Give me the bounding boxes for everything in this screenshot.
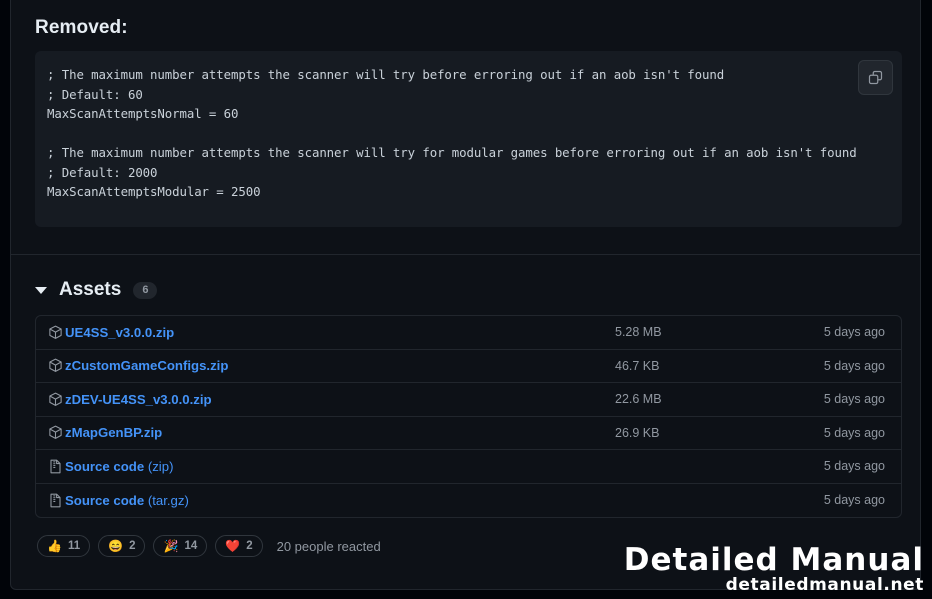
hooray-icon: 🎉 xyxy=(163,539,179,553)
table-row[interactable]: zCustomGameConfigs.zip 46.7 KB 5 days ag… xyxy=(36,350,901,383)
asset-name: UE4SS_v3.0.0.zip xyxy=(65,324,175,340)
table-row[interactable]: Source code (zip) 5 days ago xyxy=(36,450,901,484)
asset-name-suffix: (tar.gz) xyxy=(144,492,189,508)
release-body: Removed: ; The maximum number attempts t… xyxy=(11,0,920,255)
table-row[interactable]: UE4SS_v3.0.0.zip 5.28 MB 5 days ago xyxy=(36,316,901,350)
reactions-bar: 👍 11 😄 2 🎉 14 ❤️ 2 20 people reacted xyxy=(37,535,904,557)
code-block: ; The maximum number attempts the scanne… xyxy=(35,51,902,227)
asset-date: 5 days ago xyxy=(823,392,885,407)
asset-name-cell: Source code (tar.gz) xyxy=(48,493,615,508)
reaction-count: 2 xyxy=(129,540,136,552)
package-icon xyxy=(48,425,63,440)
code-block-content: ; The maximum number attempts the scanne… xyxy=(47,67,857,199)
reaction-thumbs-up[interactable]: 👍 11 xyxy=(37,535,91,557)
asset-link[interactable]: Source code (tar.gz) xyxy=(65,493,189,508)
copy-button[interactable] xyxy=(858,60,893,95)
asset-name: zCustomGameConfigs.zip xyxy=(65,358,229,374)
thumbs-up-icon: 👍 xyxy=(47,539,62,553)
asset-name: zMapGenBP.zip xyxy=(65,425,163,441)
asset-name: zDEV-UE4SS_v3.0.0.zip xyxy=(65,391,212,407)
reaction-laugh[interactable]: 😄 2 xyxy=(98,535,146,557)
package-icon xyxy=(48,358,63,373)
reaction-count: 2 xyxy=(246,540,253,552)
asset-name-cell: UE4SS_v3.0.0.zip xyxy=(48,325,615,340)
page-title: Removed: xyxy=(35,17,128,38)
copy-icon xyxy=(868,70,883,85)
asset-name-cell: zDEV-UE4SS_v3.0.0.zip xyxy=(48,392,615,407)
asset-name-cell: Source code (zip) xyxy=(48,459,615,474)
release-container: Removed: ; The maximum number attempts t… xyxy=(10,0,921,590)
asset-size: 46.7 KB xyxy=(615,358,660,373)
asset-date: 5 days ago xyxy=(823,493,885,508)
asset-name-suffix: (zip) xyxy=(144,458,174,474)
asset-link[interactable]: UE4SS_v3.0.0.zip xyxy=(65,325,174,340)
assets-count-badge: 6 xyxy=(133,281,158,299)
asset-date: 5 days ago xyxy=(823,358,885,373)
reaction-hooray[interactable]: 🎉 14 xyxy=(153,535,208,557)
asset-date: 5 days ago xyxy=(823,325,885,340)
chevron-down-icon[interactable] xyxy=(35,286,47,294)
asset-size: 22.6 MB xyxy=(615,392,662,407)
assets-title: Assets xyxy=(59,279,122,300)
asset-name-cell: zMapGenBP.zip xyxy=(48,425,615,440)
laugh-icon: 😄 xyxy=(108,539,124,553)
reaction-heart[interactable]: ❤️ 2 xyxy=(215,535,263,557)
assets-table: UE4SS_v3.0.0.zip 5.28 MB 5 days ago zCus… xyxy=(35,315,902,518)
table-row[interactable]: zDEV-UE4SS_v3.0.0.zip 22.6 MB 5 days ago xyxy=(36,383,901,417)
table-row[interactable]: Source code (tar.gz) 5 days ago xyxy=(36,484,901,518)
asset-link[interactable]: zDEV-UE4SS_v3.0.0.zip xyxy=(65,392,212,407)
asset-link[interactable]: zMapGenBP.zip xyxy=(65,425,162,440)
asset-link[interactable]: zCustomGameConfigs.zip xyxy=(65,358,228,373)
asset-name: Source code xyxy=(65,458,145,474)
asset-date: 5 days ago xyxy=(823,425,885,440)
reaction-count: 11 xyxy=(67,540,81,552)
reactions-summary: 20 people reacted xyxy=(276,538,381,554)
file-zip-icon xyxy=(48,459,63,474)
asset-name-cell: zCustomGameConfigs.zip xyxy=(48,358,615,373)
asset-link[interactable]: Source code (zip) xyxy=(65,459,173,474)
assets-header: Assets 6 xyxy=(35,279,904,301)
package-icon xyxy=(48,392,63,407)
reaction-count: 14 xyxy=(184,540,198,552)
asset-size: 26.9 KB xyxy=(615,425,660,440)
assets-section: Assets 6 UE4SS_v3.0.0.zip 5.28 MB 5 days… xyxy=(11,255,920,573)
heart-icon: ❤️ xyxy=(225,539,241,553)
package-icon xyxy=(48,325,63,340)
asset-date: 5 days ago xyxy=(823,459,885,474)
asset-size: 5.28 MB xyxy=(615,325,662,340)
asset-name: Source code xyxy=(65,492,145,508)
file-zip-icon xyxy=(48,493,63,508)
table-row[interactable]: zMapGenBP.zip 26.9 KB 5 days ago xyxy=(36,417,901,450)
